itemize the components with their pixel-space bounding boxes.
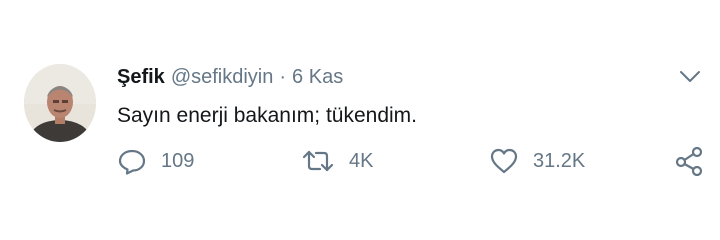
- retweet-icon: [302, 150, 334, 172]
- share-button[interactable]: [674, 146, 704, 176]
- reply-button[interactable]: 109: [117, 146, 194, 176]
- author-handle[interactable]: @sefikdiyin: [171, 66, 274, 88]
- reply-icon: [118, 149, 146, 175]
- retweet-button[interactable]: 4K: [301, 146, 373, 176]
- tweet-card[interactable]: Şefik @sefikdiyin · 6 Kas Sayın enerji baka…: [0, 0, 720, 240]
- avatar[interactable]: [24, 64, 96, 142]
- reply-count: 109: [161, 149, 195, 172]
- chevron-down-icon[interactable]: [679, 70, 701, 84]
- heart-icon: [490, 148, 518, 174]
- avatar-photo: [24, 64, 96, 142]
- separator-dot: ·: [279, 66, 287, 88]
- retweet-count: 4K: [349, 149, 374, 172]
- like-button[interactable]: 31.2K: [489, 146, 585, 176]
- tweet-timestamp[interactable]: 6 Kas: [292, 66, 343, 88]
- tweet-header: Şefik @sefikdiyin · 6 Kas: [117, 64, 343, 90]
- share-icon: [675, 146, 703, 176]
- like-count: 31.2K: [533, 149, 586, 172]
- author-name[interactable]: Şefik: [117, 66, 165, 88]
- tweet-text: Sayın enerji bakanım; tükendim.: [117, 104, 417, 127]
